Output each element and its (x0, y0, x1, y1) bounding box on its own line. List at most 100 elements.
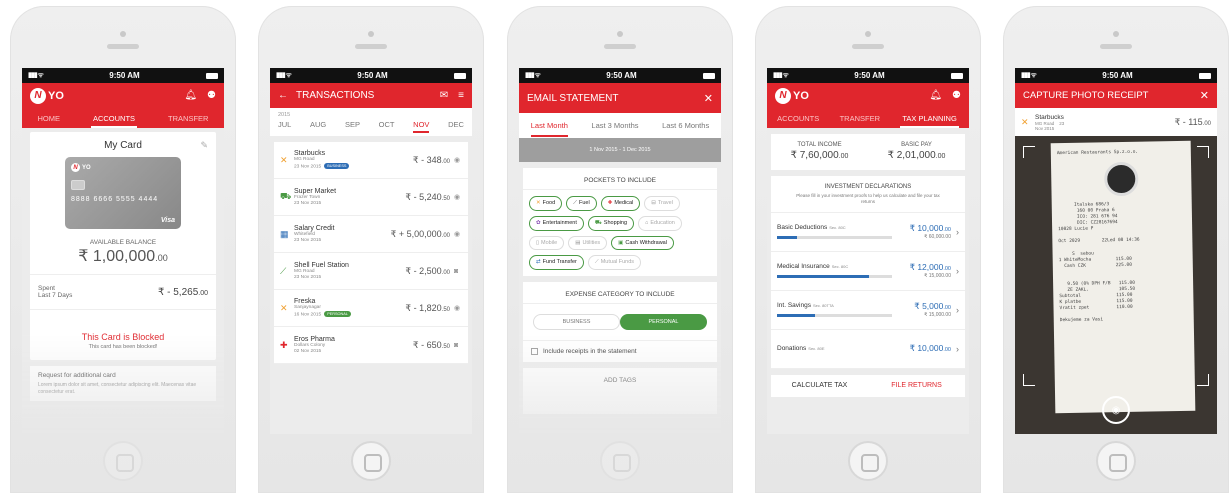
starbucks-logo (1103, 161, 1139, 197)
pocket-chip-mobile[interactable]: ▯ Mobile (529, 236, 565, 250)
receipt-icon[interactable]: ◙ (454, 268, 462, 275)
account-icon[interactable]: ⚉ (952, 90, 961, 101)
transaction-row[interactable]: ⟋ Shell Fuel Station MG Road 23 Nov 2015 ₹ -… (274, 253, 468, 290)
receipt-icon[interactable]: ◉ (454, 230, 462, 238)
transaction-amount: ₹ - 1,820.50 (405, 302, 450, 313)
chevron-right-icon: › (956, 265, 959, 276)
month-dec[interactable]: DEC (448, 120, 464, 133)
tab-transfer[interactable]: TRANSFER (168, 114, 208, 123)
pocket-chip-food[interactable]: ✕ Food (529, 196, 563, 211)
month-jul[interactable]: JUL (278, 120, 291, 133)
declaration-row[interactable]: Basic Deductions Sec. 80C ₹ 10,000.00 ₹ 60,… (771, 213, 965, 252)
spent-row: Spent Last 7 Days ₹ - 5,265.00 (30, 274, 216, 309)
status-time: 9:50 AM (854, 71, 885, 80)
status-time: 9:50 AM (606, 71, 637, 80)
merchant-name: Super Market (294, 187, 337, 195)
declaration-row[interactable]: Int. Savings Sec. 80TTA ₹ 5,000.00 ₹ 15,000… (771, 291, 965, 330)
status-time: 9:50 AM (1102, 71, 1133, 80)
transaction-row[interactable]: ✕ Starbucks MG Road 23 Nov 2015 BUSINESS ₹ - … (274, 142, 468, 179)
category-icon: ✕ (280, 302, 288, 313)
request-card-item[interactable]: Request for additional card Lorem ipsum … (30, 366, 216, 401)
page-title: CAPTURE PHOTO RECEIPT (1023, 90, 1149, 101)
pocket-chip-fuel[interactable]: ⟋ Fuel (566, 196, 597, 211)
pocket-chip-education[interactable]: ⌂ Education (638, 216, 682, 231)
transaction-amount: ₹ + 5,00,000.00 (390, 228, 450, 239)
expense-toggle: BUSINESS PERSONAL (523, 304, 717, 340)
status-time: 9:50 AM (357, 71, 388, 80)
receipt-icon[interactable]: ◉ (454, 156, 462, 164)
declaration-row[interactable]: Medical Insurance Sec. 80C ₹ 12,000.00 ₹ 15… (771, 252, 965, 291)
tab-last-3-months[interactable]: Last 3 Months (591, 121, 638, 130)
include-receipts-checkbox[interactable]: Include receipts in the statement (523, 340, 717, 362)
back-arrow-icon[interactable]: ← (278, 90, 288, 101)
file-returns-button[interactable]: FILE RETURNS (868, 382, 965, 389)
edit-icon[interactable]: ✎ (200, 140, 208, 151)
calculate-tax-button[interactable]: CALCULATE TAX (771, 382, 868, 389)
pocket-chip-entertainment[interactable]: ✿ Entertainment (529, 216, 584, 231)
merchant-name: Eros Pharma (294, 335, 335, 343)
receipt-icon[interactable]: ◙ (454, 342, 462, 349)
app-bar: CAPTURE PHOTO RECEIPT ✕ (1015, 83, 1217, 108)
pocket-chip-cash-withdrawal[interactable]: ▣ Cash Withdrawal (611, 236, 674, 250)
account-icon[interactable]: ⚉ (207, 90, 216, 101)
mutual-funds-icon: ⟋ (594, 259, 599, 265)
receipt-icon[interactable]: ◉ (454, 193, 462, 201)
mail-icon[interactable]: ✉ (440, 90, 448, 101)
close-icon[interactable]: ✕ (1200, 89, 1209, 102)
declaration-row[interactable]: Donations Sec. 80E ₹ 10,000.00 › (771, 330, 965, 369)
tab-transfer[interactable]: TRANSFER (840, 114, 880, 123)
pocket-chips: ✕ Food ⟋ Fuel ✚ Medical ⊟ Travel ✿ Entertainment ⛟… (523, 190, 717, 276)
month-sep[interactable]: SEP (345, 120, 360, 133)
pocket-chip-travel[interactable]: ⊟ Travel (644, 196, 680, 211)
tab-accounts[interactable]: ACCOUNTS (90, 109, 138, 128)
bell-icon[interactable]: 🔔︎ (184, 90, 197, 101)
business-option[interactable]: BUSINESS (533, 314, 620, 330)
card-chip (71, 180, 85, 190)
blocked-title: This Card is Blocked (81, 332, 165, 342)
transaction-row[interactable]: ✕ Freska Sanjaynagar 16 Nov 2015 PERSONAL ₹ -… (274, 290, 468, 327)
pocket-chip-fund-transfer[interactable]: ⇄ Fund Transfer (529, 255, 584, 270)
pockets-heading: POCKETS TO INCLUDE (523, 168, 717, 190)
transaction-row[interactable]: ▦ Salary Credit Whitefield 23 Nov 2015 ₹ + 5… (274, 216, 468, 253)
tab-tax-planning[interactable]: TAX PLANNING (900, 109, 959, 128)
tab-home[interactable]: HOME (37, 114, 60, 123)
pocket-chip-shopping[interactable]: ⛟ Shopping (587, 216, 635, 231)
camera-viewfinder[interactable]: American Restaurants Sp.z.o.o. Italska 6… (1015, 136, 1217, 434)
food-icon: ✕ (1021, 116, 1029, 127)
frame-corner-bl (1023, 374, 1035, 386)
tab-last-month[interactable]: Last Month (530, 114, 568, 137)
pocket-chip-mutual-funds[interactable]: ⟋ Mutual Funds (587, 255, 642, 270)
filter-icon[interactable]: ≡ (458, 90, 464, 101)
progress-bar (777, 275, 892, 279)
receipt-amount: ₹ - 115.00 (1174, 116, 1211, 127)
transaction-row[interactable]: ✚ Eros Pharma Dollars Colony 02 Nov 2015 ₹ -… (274, 327, 468, 364)
month-nov[interactable]: NOV (413, 120, 430, 133)
chevron-right-icon: › (956, 304, 959, 315)
add-tags-panel[interactable]: ADD TAGS (523, 368, 717, 415)
month-oct[interactable]: OCT (379, 120, 395, 133)
declarations-heading: INVESTMENT DECLARATIONS (824, 184, 912, 190)
camera-shutter-button[interactable]: ◉ (1102, 396, 1130, 424)
tab-last-6-months[interactable]: Last 6 Months (662, 121, 709, 130)
tab-accounts[interactable]: ACCOUNTS (777, 114, 819, 123)
declarations-subtitle: Please fill in your investment proofs to… (771, 193, 965, 213)
personal-option[interactable]: PERSONAL (620, 314, 707, 330)
bank-card-image[interactable]: N YO 8888 6666 5555 4444 Visa (65, 157, 181, 229)
receipt-icon[interactable]: ◉ (454, 304, 462, 312)
category-icon: ⛟ (280, 191, 292, 201)
transaction-row[interactable]: ⛟ Super Market Frazer Town 23 Nov 2015 ₹ - 5… (274, 179, 468, 216)
total-income-value: ₹ 7,60,000.00 (790, 150, 849, 161)
bell-icon[interactable]: 🔔︎ (929, 90, 942, 101)
pocket-chip-medical[interactable]: ✚ Medical (600, 196, 641, 211)
battery-icon (1198, 72, 1211, 79)
phone-capture-receipt: ▮▮▮ ᯤ 9:50 AM CAPTURE PHOTO RECEIPT ✕ ✕ S… (1003, 6, 1229, 493)
pocket-chip-utilities[interactable]: ▤ Utilities (568, 236, 608, 250)
available-balance-label: AVAILABLE BALANCE (89, 239, 157, 246)
tag-badge: BUSINESS (324, 162, 350, 170)
period-tabs: Last Month Last 3 Months Last 6 Months (519, 113, 721, 138)
page-title: TRANSACTIONS (296, 90, 375, 101)
card-title: My Card (104, 140, 142, 151)
close-icon[interactable]: ✕ (704, 92, 713, 105)
home-button (848, 441, 888, 481)
month-aug[interactable]: AUG (310, 120, 326, 133)
